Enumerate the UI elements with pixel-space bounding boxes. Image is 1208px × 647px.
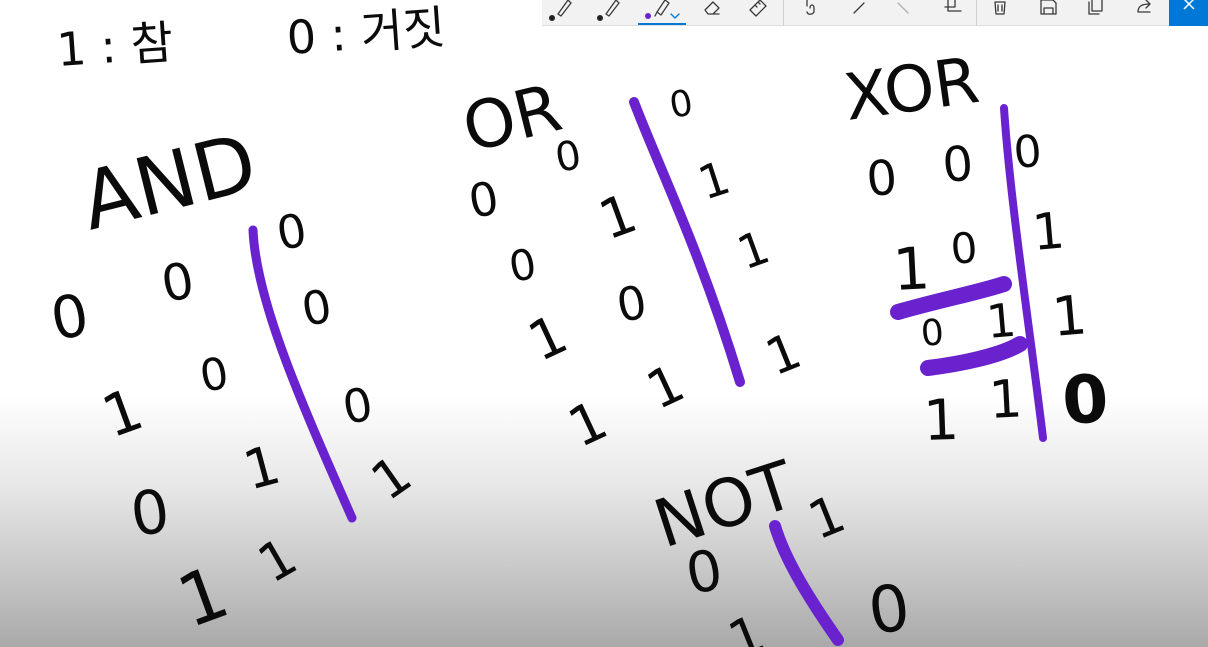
crop-icon bbox=[944, 0, 962, 12]
or-row3-out: 1 bbox=[730, 220, 776, 281]
ruler-button[interactable] bbox=[738, 0, 778, 26]
ruler-icon bbox=[749, 0, 767, 17]
or-title: OR bbox=[455, 69, 569, 167]
legend-false-text: 0 : 거짓 bbox=[285, 0, 447, 65]
and-row3-b: 1 bbox=[237, 433, 286, 503]
xor-title: XOR bbox=[840, 44, 984, 136]
toolbar-separator bbox=[976, 0, 977, 26]
or-row2-out: 1 bbox=[692, 150, 737, 210]
and-row3-a: 0 bbox=[126, 476, 174, 551]
undo-button[interactable] bbox=[838, 0, 878, 26]
crop-button[interactable] bbox=[932, 0, 972, 26]
xor-row3-a: 0 bbox=[919, 312, 945, 355]
legend-true-text: 1 : 참 bbox=[55, 15, 175, 77]
or-row4-out: 1 bbox=[758, 321, 809, 387]
share-icon bbox=[1137, 0, 1151, 13]
or-row1-b: 0 bbox=[552, 132, 585, 182]
xor-row3-out: 1 bbox=[1050, 283, 1090, 349]
xor-row2-a: 1 bbox=[891, 234, 931, 304]
ballpoint-pen-button[interactable] bbox=[544, 0, 584, 26]
whiteboard-canvas[interactable]: 1 : 참 0 : 거짓 AND 0 0 0 1 0 0 0 1 0 1 1 1… bbox=[0, 0, 1208, 647]
eraser-icon bbox=[704, 1, 720, 15]
or-row3-b: 0 bbox=[613, 275, 651, 333]
and-row1-a: 0 bbox=[46, 280, 94, 353]
and-row3-out: 0 bbox=[339, 377, 377, 435]
xor-row2-b: 0 bbox=[949, 223, 980, 274]
or-row2-a: 0 bbox=[505, 239, 540, 292]
xor-row2-out: 1 bbox=[1030, 201, 1067, 262]
delete-button[interactable] bbox=[980, 0, 1020, 26]
and-truth-table: AND 0 0 0 1 0 0 0 1 0 1 1 1 bbox=[46, 116, 423, 644]
and-title: AND bbox=[72, 116, 265, 249]
xor-truth-table: XOR 0 0 0 1 0 1 0 1 1 1 1 0 bbox=[840, 44, 1111, 454]
xor-row4-out: 0 bbox=[1060, 360, 1111, 440]
pencil-button[interactable] bbox=[592, 0, 632, 26]
xor-row1-out: 0 bbox=[1012, 126, 1044, 179]
not-truth-table: NOT 0 1 1 0 bbox=[645, 446, 914, 647]
and-row4-a: 1 bbox=[167, 549, 239, 644]
not-row2-out: 0 bbox=[864, 571, 915, 647]
or-row1-out: 0 bbox=[666, 83, 696, 127]
close-icon bbox=[1182, 0, 1195, 10]
active-tool-underline bbox=[638, 23, 686, 25]
and-row2-a: 1 bbox=[94, 375, 152, 452]
or-row4-b: 1 bbox=[638, 353, 693, 421]
not-row1-a: 0 bbox=[681, 538, 727, 608]
chevron-down-icon bbox=[670, 13, 680, 19]
or-divider-stroke bbox=[629, 97, 745, 387]
or-truth-table: OR 0 0 0 0 1 1 1 0 1 1 1 1 bbox=[455, 69, 809, 460]
or-row3-a: 1 bbox=[519, 302, 577, 374]
highlighter-color-dot bbox=[645, 13, 651, 19]
not-row2-a: 1 bbox=[720, 604, 773, 647]
xor-row3-b: 1 bbox=[984, 293, 1018, 349]
ballpoint-color-dot bbox=[549, 15, 555, 21]
toolbar-separator bbox=[783, 0, 784, 26]
copy-button[interactable] bbox=[1076, 0, 1116, 26]
and-row1-b: 0 bbox=[157, 251, 198, 314]
or-row2-b: 1 bbox=[591, 181, 645, 252]
pencil-icon bbox=[605, 0, 620, 17]
ballpoint-pen-icon bbox=[557, 0, 572, 17]
not-row1-out: 1 bbox=[800, 484, 853, 552]
or-row1-a: 0 bbox=[465, 171, 503, 229]
save-icon bbox=[1040, 0, 1057, 15]
delete-icon bbox=[994, 1, 1006, 15]
eraser-button[interactable] bbox=[692, 0, 732, 26]
and-row4-b: 1 bbox=[249, 527, 308, 596]
and-row1-out: 0 bbox=[273, 203, 311, 261]
and-row2-b: 0 bbox=[196, 348, 232, 403]
share-button[interactable] bbox=[1124, 0, 1164, 26]
redo-icon bbox=[897, 2, 909, 14]
touch-writing-button[interactable] bbox=[790, 0, 830, 26]
and-row2-out: 0 bbox=[298, 279, 336, 337]
xor-row4-a: 1 bbox=[922, 388, 960, 454]
xor-row4-b: 1 bbox=[988, 369, 1024, 431]
redo-button[interactable] bbox=[884, 0, 924, 26]
touch-writing-icon bbox=[806, 0, 815, 15]
copy-icon bbox=[1088, 0, 1103, 15]
undo-icon bbox=[853, 2, 865, 14]
highlighter-button[interactable] bbox=[638, 0, 686, 26]
xor-row1-a: 0 bbox=[864, 150, 899, 208]
save-button[interactable] bbox=[1028, 0, 1068, 26]
xor-row1-b: 0 bbox=[940, 136, 975, 194]
close-button[interactable] bbox=[1169, 0, 1208, 26]
or-row4-a: 1 bbox=[559, 388, 617, 460]
pencil-color-dot bbox=[597, 15, 603, 21]
and-row4-out: 1 bbox=[361, 445, 423, 513]
ink-toolbar bbox=[542, 0, 1208, 26]
